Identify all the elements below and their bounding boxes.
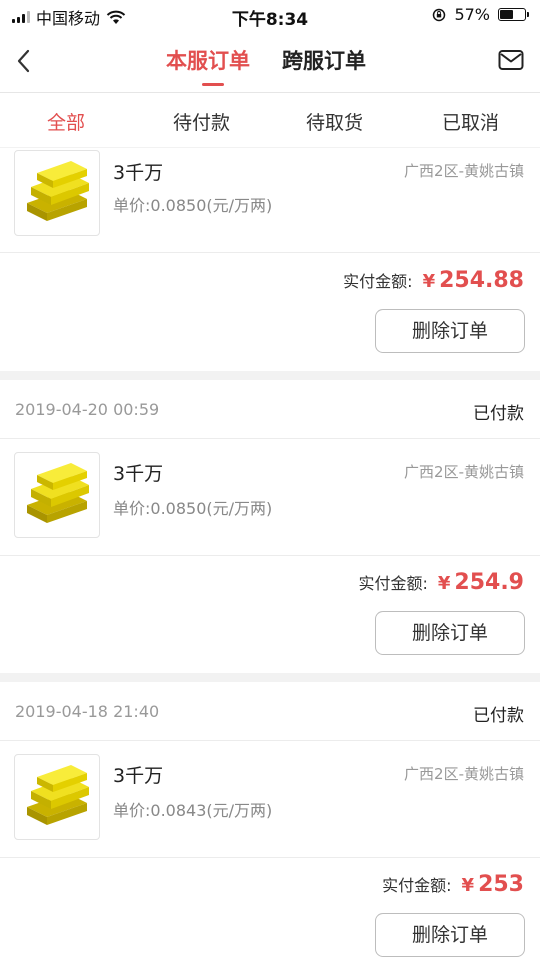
battery-level bbox=[500, 10, 513, 19]
envelope-icon[interactable] bbox=[498, 49, 524, 71]
gold-bar-icon bbox=[14, 754, 100, 840]
payment-summary: 实付金额: ¥253 bbox=[382, 872, 524, 897]
payment-summary: 实付金额: ¥254.9 bbox=[358, 570, 524, 595]
currency-symbol: ¥ bbox=[437, 573, 451, 594]
order-card: 2019-04-20 00:59 已付款 3千万 单价:0.0850(元/万两)… bbox=[0, 380, 540, 673]
status-bar: 中国移动 下午8:34 57% bbox=[0, 0, 540, 32]
currency-symbol: ¥ bbox=[422, 271, 436, 292]
item-name: 3千万 bbox=[113, 162, 164, 184]
unit-price: 单价:0.0843(元/万两) bbox=[113, 801, 273, 820]
paid-amount-value: 253 bbox=[478, 872, 524, 897]
paid-amount-label: 实付金额: bbox=[343, 272, 413, 291]
chevron-left-icon[interactable] bbox=[14, 46, 34, 76]
paid-amount-label: 实付金额: bbox=[358, 574, 428, 593]
server-name: 广西2区-黄姚古镇 bbox=[404, 765, 524, 783]
status-right: 57% bbox=[432, 5, 529, 24]
item-name: 3千万 bbox=[113, 463, 164, 485]
tab-local-orders[interactable]: 本服订单 bbox=[166, 45, 250, 75]
filter-tab-pending-payment[interactable]: 待付款 bbox=[173, 108, 230, 135]
delete-order-button[interactable]: 删除订单 bbox=[375, 611, 525, 655]
tab-cross-server-orders[interactable]: 跨服订单 bbox=[282, 45, 366, 75]
order-item[interactable]: 3千万 单价:0.0843(元/万两) 广西2区-黄姚古镇 bbox=[0, 741, 540, 858]
order-status: 已付款 bbox=[473, 706, 524, 726]
paid-amount: ¥254.9 bbox=[438, 570, 524, 595]
delete-order-button[interactable]: 删除订单 bbox=[375, 309, 525, 353]
item-name: 3千万 bbox=[113, 765, 164, 787]
order-item[interactable]: 3千万 单价:0.0850(元/万两) 广西2区-黄姚古镇 bbox=[0, 439, 540, 556]
filter-tab-all[interactable]: 全部 bbox=[47, 108, 85, 135]
filter-tabs: 全部 待付款 待取货 已取消 bbox=[0, 93, 540, 147]
gold-bar-icon bbox=[14, 452, 100, 538]
order-date: 2019-04-20 00:59 bbox=[15, 400, 160, 419]
order-date: 2019-04-18 21:40 bbox=[15, 702, 160, 721]
order-card: 3千万 单价:0.0850(元/万两) 广西2区-黄姚古镇 实付金额: ¥254… bbox=[0, 148, 540, 371]
delete-order-button[interactable]: 删除订单 bbox=[375, 913, 525, 957]
active-tab-indicator bbox=[202, 83, 224, 86]
currency-symbol: ¥ bbox=[461, 875, 475, 896]
battery-percent: 57% bbox=[454, 5, 490, 24]
rotation-lock-icon bbox=[433, 8, 446, 21]
unit-price: 单价:0.0850(元/万两) bbox=[113, 196, 273, 215]
server-name: 广西2区-黄姚古镇 bbox=[404, 162, 524, 180]
gold-bar-icon bbox=[14, 150, 100, 236]
order-header: 2019-04-20 00:59 已付款 bbox=[0, 380, 540, 439]
order-item[interactable]: 3千万 单价:0.0850(元/万两) 广西2区-黄姚古镇 bbox=[0, 148, 540, 253]
order-status: 已付款 bbox=[473, 404, 524, 424]
battery-icon bbox=[498, 8, 529, 21]
unit-price: 单价:0.0850(元/万两) bbox=[113, 499, 273, 518]
filter-tab-pending-pickup[interactable]: 待取货 bbox=[306, 108, 363, 135]
server-name: 广西2区-黄姚古镇 bbox=[404, 463, 524, 481]
order-card: 2019-04-18 21:40 已付款 3千万 单价:0.0843(元/万两)… bbox=[0, 682, 540, 960]
paid-amount: ¥254.88 bbox=[423, 268, 524, 293]
order-header: 2019-04-18 21:40 已付款 bbox=[0, 682, 540, 741]
nav-bar: 本服订单 跨服订单 bbox=[0, 32, 540, 93]
paid-amount-value: 254.9 bbox=[454, 570, 524, 595]
paid-amount-label: 实付金额: bbox=[382, 876, 452, 895]
paid-amount: ¥253 bbox=[462, 872, 524, 897]
payment-summary: 实付金额: ¥254.88 bbox=[343, 268, 524, 293]
paid-amount-value: 254.88 bbox=[439, 268, 524, 293]
filter-tab-cancelled[interactable]: 已取消 bbox=[442, 108, 499, 135]
